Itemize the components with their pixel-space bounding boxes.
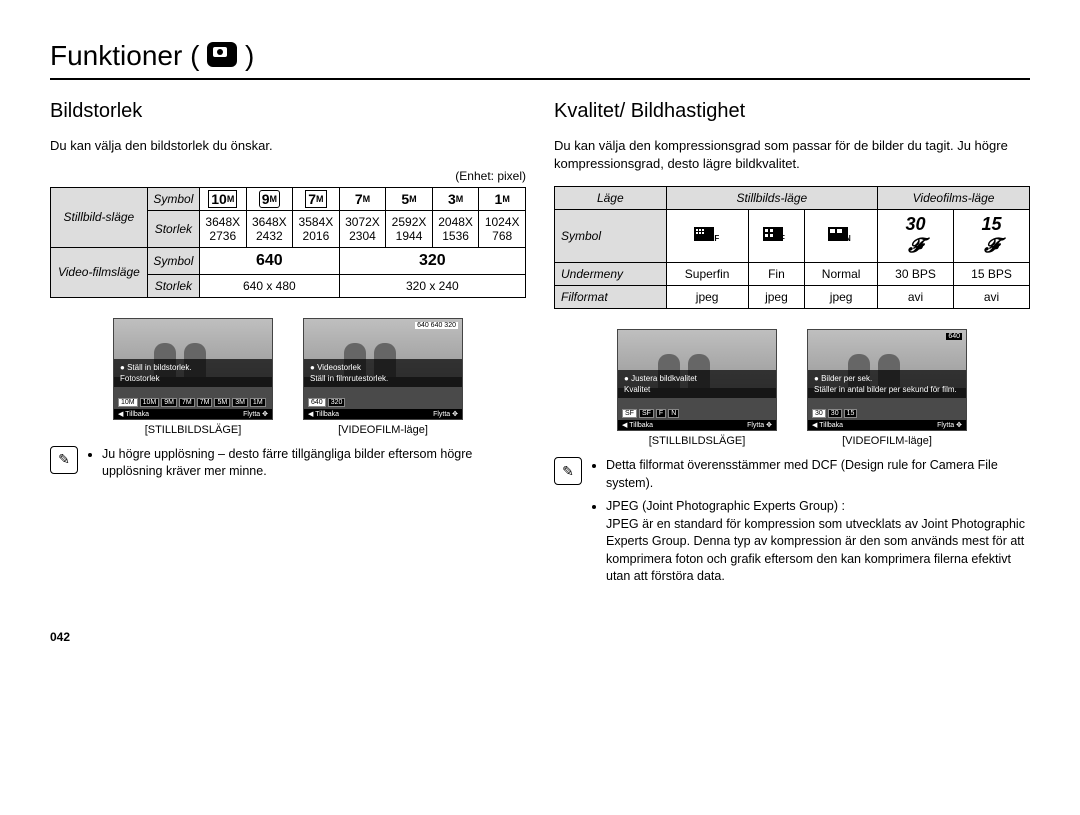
hdr-mode: Läge [555,187,667,210]
note-item-0: Detta filformat överensstämmer med DCF (… [606,457,1030,492]
caption: [STILLBILDSLÄGE] [113,424,273,436]
row-symbol: Symbol [555,210,667,263]
table-cell: Superfin [666,263,748,286]
still-sym-6: 1M [479,187,526,210]
still-sym-2: 7M [293,187,340,210]
table-cell: 2592X1944 [386,210,433,247]
still-sym-0: 10M [200,187,247,210]
row-group-video: Video-filmsläge [51,247,148,297]
left-desc: Du kan välja den bildstorlek du önskar. [50,137,526,155]
label-symbol: Symbol [147,187,199,210]
right-desc: Du kan välja den kompressionsgrad som pa… [554,137,1030,172]
page-number: 042 [50,630,1030,644]
note-text: Ju högre upplösning – desto färre tillgä… [102,446,526,481]
note-icon: ✎ [554,457,582,485]
row-format: Filformat [555,286,667,309]
table-cell: 3584X2016 [293,210,340,247]
qual-sym-30: 30𝓕 [878,210,954,263]
table-cell: 15 BPS [954,263,1030,286]
table-cell: Fin [748,263,805,286]
title-suffix: ) [245,40,254,71]
left-heading: Bildstorlek [50,100,526,123]
table-cell: Normal [805,263,878,286]
preview-video-q: 640 ● Bilder per sek. Ställer in antal b… [807,329,967,447]
table-cell: jpeg [805,286,878,309]
right-note: ✎ Detta filformat överensstämmer med DCF… [554,457,1030,592]
still-sym-1: 9M [246,187,293,210]
label-size-1: Storlek [147,210,199,247]
preview-still-q: ● Justera bildkvalitet Kvalitet SFSFFN ◀… [617,329,777,447]
svg-text:N: N [845,234,851,243]
qual-sym-sf: SF [666,210,748,263]
table-cell: jpeg [748,286,805,309]
table-cell: 30 BPS [878,263,954,286]
qual-sym-f: F [748,210,805,263]
svg-text:F: F [780,234,785,243]
table-cell: 3072X2304 [339,210,386,247]
right-column: Kvalitet/ Bildhastighet Du kan välja den… [554,90,1030,592]
left-previews: ● Ställ in bildstorlek. Fotostorlek 10M1… [50,318,526,436]
table-cell: 3648X2736 [200,210,247,247]
preview-still: ● Ställ in bildstorlek. Fotostorlek 10M1… [113,318,273,436]
table-cell: avi [878,286,954,309]
still-sym-5: 3M [432,187,479,210]
preview-video: 640 640 320 ● Videostorlek Ställ in film… [303,318,463,436]
note-icon: ✎ [50,446,78,474]
qual-sym-15: 15𝓕 [954,210,1030,263]
video-size-0: 640 x 480 [200,274,340,297]
label-symbol-2: Symbol [147,247,199,274]
page-title: Funktioner ( ) [50,40,1030,80]
video-size-1: 320 x 240 [339,274,525,297]
row-group-still: Stillbild-släge [51,187,148,247]
caption: [STILLBILDSLÄGE] [617,435,777,447]
still-sym-4: 5M [386,187,433,210]
table-cell: jpeg [666,286,748,309]
unit-label: (Enhet: pixel) [50,169,526,183]
table-cell: avi [954,286,1030,309]
label-size-2: Storlek [147,274,199,297]
right-heading: Kvalitet/ Bildhastighet [554,100,1030,123]
caption: [VIDEOFILM-läge] [303,424,463,436]
video-sym-1: 320 [339,247,525,274]
table-cell: 2048X1536 [432,210,479,247]
row-submenu: Undermeny [555,263,667,286]
left-note: ✎ Ju högre upplösning – desto färre till… [50,446,526,487]
svg-text:SF: SF [709,234,719,243]
quality-table: Läge Stillbilds-läge Videofilms-läge Sym… [554,186,1030,309]
qual-sym-n: N [805,210,878,263]
right-previews: ● Justera bildkvalitet Kvalitet SFSFFN ◀… [554,329,1030,447]
note-item-1: JPEG (Joint Photographic Experts Group) … [606,498,1030,586]
image-size-table: Stillbild-släge Symbol 10M 9M 7M 7M 5M 3… [50,187,526,298]
caption: [VIDEOFILM-läge] [807,435,967,447]
hdr-video: Videofilms-läge [878,187,1030,210]
video-sym-0: 640 [200,247,340,274]
table-cell: 3648X2432 [246,210,293,247]
left-column: Bildstorlek Du kan välja den bildstorlek… [50,90,526,592]
hdr-still: Stillbilds-läge [666,187,877,210]
title-prefix: Funktioner ( [50,40,199,71]
fn-icon [207,42,237,67]
table-cell: 1024X768 [479,210,526,247]
still-sym-3: 7M [339,187,386,210]
